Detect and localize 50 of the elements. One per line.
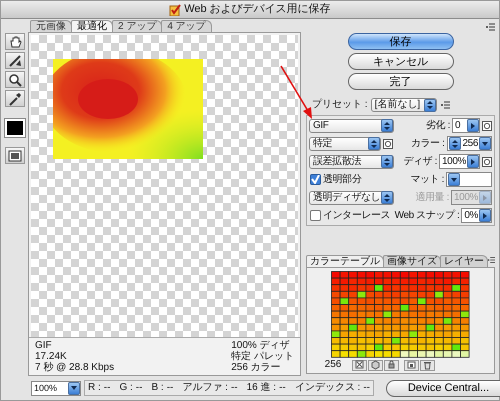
- readout-value: --: [279, 382, 286, 394]
- readout-value: --: [104, 382, 110, 394]
- field-label: ディザ :: [403, 156, 438, 168]
- panel-tab[interactable]: カラーテーブル: [306, 255, 384, 267]
- info-text: 100% ディザ: [231, 340, 291, 351]
- field-label: Web スナップ :: [394, 210, 460, 222]
- info-text: 17.24K: [35, 351, 68, 362]
- preset-label: プリセット :: [312, 99, 368, 111]
- readout-label: アルファ :: [182, 382, 228, 394]
- readout-label: G :: [119, 382, 133, 394]
- field-label: 適用量 :: [415, 192, 450, 204]
- input-field[interactable]: 256: [446, 136, 492, 151]
- info-text: 7 秒 @ 28.8 Kbps: [35, 362, 114, 373]
- view-tab[interactable]: 最適化: [71, 20, 113, 32]
- info-text: 特定 パレット: [231, 351, 294, 362]
- readout-label: R :: [88, 382, 101, 394]
- preset-select[interactable]: [名前なし]: [370, 98, 437, 112]
- input-field[interactable]: 0: [452, 118, 480, 133]
- info-text: 256 カラー: [231, 362, 282, 373]
- readout-label: インデックス :: [294, 382, 360, 394]
- dropdown[interactable]: GIF: [309, 118, 394, 132]
- window-title: Web およびデバイス用に保存: [184, 2, 331, 16]
- readout-label: 16 進 :: [246, 382, 276, 394]
- dialog-button[interactable]: キャンセル: [348, 53, 454, 70]
- checkbox-label: インターレース: [323, 210, 390, 222]
- view-tab[interactable]: 元画像: [30, 20, 72, 32]
- readout-value: --: [136, 382, 142, 394]
- color-count: 256: [324, 359, 342, 371]
- readout-value: --: [363, 382, 370, 394]
- dialog-button[interactable]: 保存: [348, 33, 454, 50]
- dropdown[interactable]: 透明ディザなし: [309, 190, 394, 204]
- view-tab[interactable]: 2 アップ: [112, 20, 162, 32]
- input-field[interactable]: 100%: [439, 154, 480, 169]
- field-label: マット :: [410, 174, 444, 186]
- dropdown[interactable]: 誤差拡散法: [309, 154, 394, 168]
- field-label: カラー :: [410, 138, 444, 150]
- info-text: GIF: [35, 340, 53, 351]
- readout-value: --: [230, 382, 238, 394]
- readout-value: --: [166, 382, 174, 394]
- dropdown[interactable]: 特定: [309, 136, 381, 150]
- input-field[interactable]: 0%: [461, 208, 492, 223]
- device-central-button[interactable]: Device Central...: [386, 380, 500, 396]
- panel-tab[interactable]: 画像サイズ: [383, 255, 441, 267]
- panel-tab[interactable]: レイヤー: [440, 255, 488, 267]
- readout-label: B :: [151, 382, 164, 394]
- field-label: 劣化 :: [426, 120, 450, 132]
- zoom-field[interactable]: 100%: [31, 380, 81, 396]
- checkbox-label: 透明部分: [323, 174, 362, 186]
- view-tab[interactable]: 4 アップ: [161, 20, 212, 32]
- dialog-button[interactable]: 完了: [348, 73, 454, 90]
